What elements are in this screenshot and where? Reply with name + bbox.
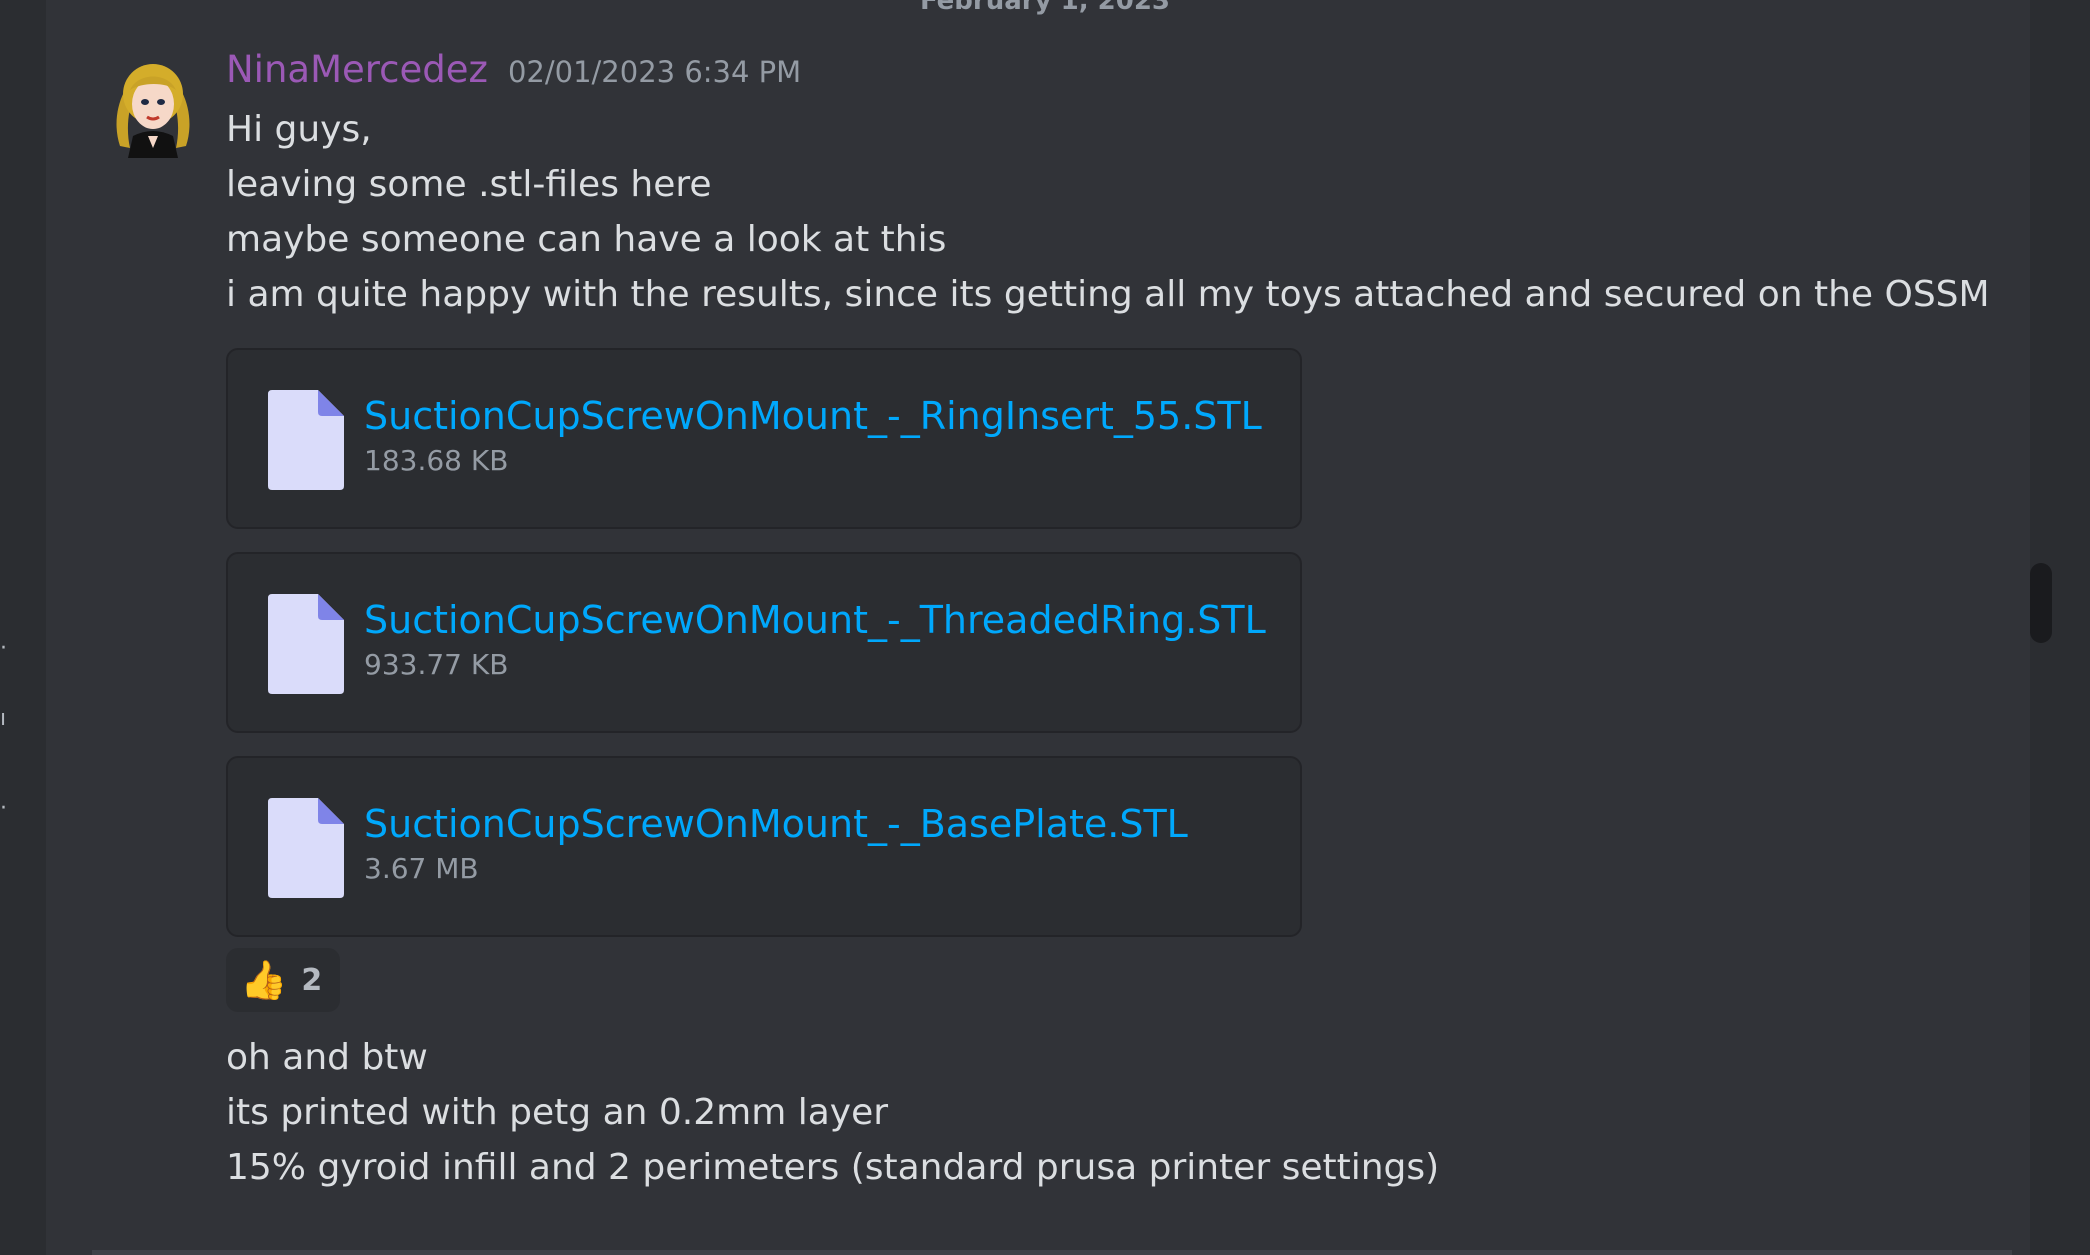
date-divider: February 1, 2023 <box>919 0 1171 16</box>
message-line: i am quite happy with the results, since… <box>226 274 1990 315</box>
message-line: oh and btw <box>226 1037 428 1078</box>
reaction-bar: 👍 2 <box>226 948 2006 1014</box>
message-timestamp[interactable]: 02/01/2023 6:34 PM <box>508 55 801 89</box>
attachment-list: SuctionCupScrewOnMount_-_RingInsert_55.S… <box>226 348 2006 937</box>
file-icon <box>268 798 344 898</box>
sidebar-mark: ı <box>0 706 7 731</box>
channel-sidebar-edge: · ı · <box>0 0 46 1255</box>
file-size: 3.67 MB <box>364 852 479 885</box>
reaction-count: 2 <box>301 962 323 998</box>
message-line: Hi guys, <box>226 109 372 150</box>
sidebar-mark: · <box>0 636 7 661</box>
author-name[interactable]: NinaMercedez <box>226 48 488 91</box>
message-header: NinaMercedez 02/01/2023 6:34 PM <box>226 48 2006 102</box>
message-group: NinaMercedez 02/01/2023 6:34 PM Hi guys,… <box>226 48 2006 1195</box>
reaction-thumbs-up[interactable]: 👍 2 <box>226 948 341 1012</box>
sidebar-mark: · <box>0 796 7 821</box>
user-avatar[interactable] <box>100 52 206 158</box>
file-name-link[interactable]: SuctionCupScrewOnMount_-_BasePlate.STL <box>364 802 1188 846</box>
file-size: 933.77 KB <box>364 648 509 681</box>
file-icon <box>268 390 344 490</box>
message-line: 15% gyroid infill and 2 perimeters (stan… <box>226 1147 1440 1188</box>
file-icon <box>268 594 344 694</box>
message-body: Hi guys, leaving some .stl-files here ma… <box>226 102 2006 322</box>
file-size: 183.68 KB <box>364 444 509 477</box>
file-name-link[interactable]: SuctionCupScrewOnMount_-_ThreadedRing.ST… <box>364 598 1266 642</box>
file-attachment[interactable]: SuctionCupScrewOnMount_-_ThreadedRing.ST… <box>226 552 1302 733</box>
scrollbar-thumb[interactable] <box>2030 563 2052 643</box>
followup-message: oh and btw its printed with petg an 0.2m… <box>226 1030 2006 1195</box>
message-line: leaving some .stl-files here <box>226 164 712 205</box>
composer-edge <box>92 1250 2012 1255</box>
file-name-link[interactable]: SuctionCupScrewOnMount_-_RingInsert_55.S… <box>364 394 1262 438</box>
file-attachment[interactable]: SuctionCupScrewOnMount_-_BasePlate.STL 3… <box>226 756 1302 937</box>
message-line: its printed with petg an 0.2mm layer <box>226 1092 889 1133</box>
thumbs-up-icon: 👍 <box>240 958 288 1002</box>
message-line: maybe someone can have a look at this <box>226 219 947 260</box>
file-attachment[interactable]: SuctionCupScrewOnMount_-_RingInsert_55.S… <box>226 348 1302 529</box>
